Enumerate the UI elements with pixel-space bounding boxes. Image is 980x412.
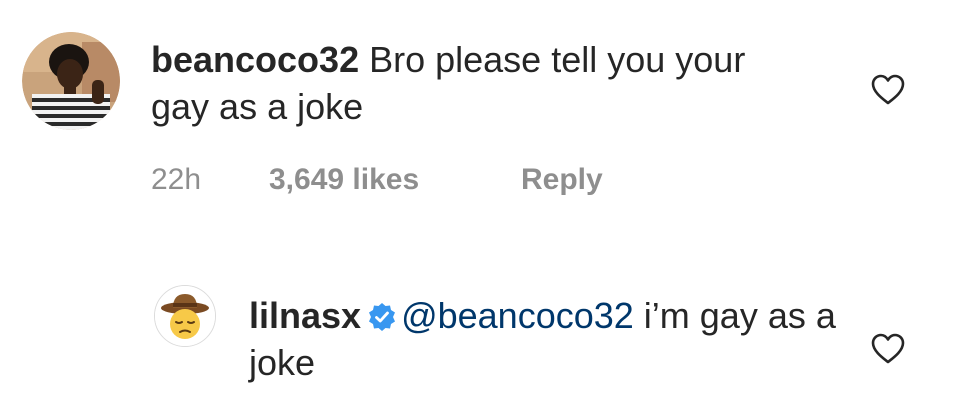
comment-username[interactable]: beancoco32	[151, 39, 359, 80]
cowboy-emoji-avatar-icon	[155, 286, 215, 346]
comment-likes-count[interactable]: 3,649 likes	[269, 163, 419, 197]
comment-body: beancoco32 Bro please tell you your gay …	[151, 36, 811, 130]
verified-badge-icon	[369, 303, 396, 331]
avatar[interactable]	[154, 285, 216, 347]
comment-body: lilnasx @beancoco32 i’m gay as a joke	[249, 292, 849, 386]
comment-timestamp: 22h	[151, 163, 202, 196]
comment-lilnasx: lilnasx @beancoco32 i’m gay as a joke	[0, 280, 980, 410]
user-photo-avatar-icon	[22, 32, 120, 130]
reply-button[interactable]: Reply	[521, 163, 603, 197]
heart-outline-icon[interactable]	[871, 74, 905, 106]
heart-outline-icon[interactable]	[871, 333, 905, 365]
comment-beancoco32: beancoco32 Bro please tell you your gay …	[0, 0, 980, 230]
mention-link[interactable]: @beancoco32	[401, 295, 634, 336]
avatar[interactable]	[22, 32, 120, 130]
comment-meta: 22h 3,649 likes Reply	[151, 163, 771, 199]
comment-username[interactable]: lilnasx	[249, 295, 361, 336]
